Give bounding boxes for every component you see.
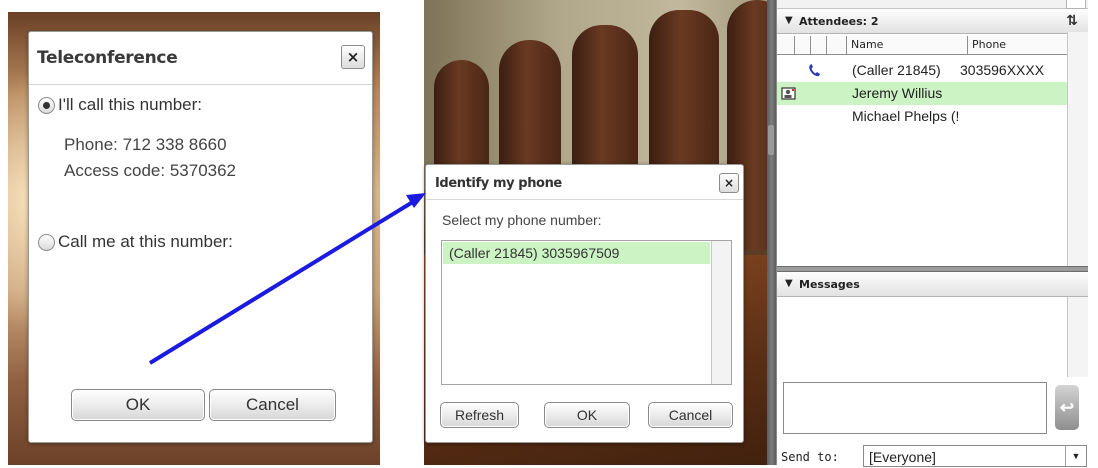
teleconference-dialog: Teleconference × I'll call this number: … <box>28 31 373 443</box>
column-name[interactable]: Name <box>847 36 968 54</box>
radio-unselected-icon[interactable] <box>38 233 55 251</box>
option-label: Call me at this number: <box>58 232 233 251</box>
send-message-button[interactable]: ↩ <box>1055 385 1079 430</box>
identify-phone-dialog: Identify my phone × Select my phone numb… <box>425 164 744 443</box>
option-call-me[interactable]: Call me at this number: <box>38 232 233 252</box>
meeting-side-panel: ▼ Attendees: 2 ⇅ Name Phone (Caller 2184… <box>776 0 1088 467</box>
attendee-row[interactable]: Michael Phelps (! <box>777 105 1067 128</box>
messages-area <box>777 297 1067 377</box>
webcam-user-icon <box>781 87 796 100</box>
attendee-row[interactable]: (Caller 21845) 303596XXXX <box>777 59 1067 82</box>
cancel-button[interactable]: Cancel <box>209 389 336 421</box>
send-to-select[interactable]: [Everyone] ▼ <box>863 445 1087 467</box>
dialog-title: Identify my phone <box>435 176 562 191</box>
attendees-count: Attendees: 2 <box>799 15 879 28</box>
panel-resize-handle[interactable] <box>767 0 776 465</box>
ok-button[interactable]: OK <box>71 389 205 421</box>
refresh-icon[interactable]: ⇅ <box>1066 13 1078 29</box>
access-code-text: Access code: 5370362 <box>64 161 237 180</box>
list-scrollbar[interactable] <box>711 241 731 384</box>
select-phone-prompt: Select my phone number: <box>442 212 602 228</box>
option-call-this-number[interactable]: I'll call this number: <box>38 95 202 115</box>
attendee-name: (Caller 21845) <box>852 62 941 78</box>
option-label: I'll call this number: <box>58 95 203 114</box>
attendee-row[interactable]: Jeremy Willius <box>777 82 1067 105</box>
messages-header[interactable]: ▼ Messages <box>777 272 1088 297</box>
dialog-title: Teleconference <box>37 48 178 68</box>
phone-list-item[interactable]: (Caller 21845) 3035967509 <box>443 242 710 264</box>
close-button[interactable]: × <box>719 173 739 193</box>
message-input[interactable] <box>783 382 1047 434</box>
column-phone[interactable]: Phone <box>968 36 1067 54</box>
send-to-value: [Everyone] <box>869 449 936 465</box>
attendees-column-header: Name Phone <box>777 36 1067 55</box>
close-button[interactable]: × <box>341 45 365 69</box>
phone-number-list[interactable]: (Caller 21845) 3035967509 <box>441 240 732 385</box>
phone-icon <box>809 64 820 77</box>
attendee-name: Michael Phelps (! <box>852 108 960 124</box>
attendee-name: Jeremy Willius <box>852 85 943 101</box>
collapse-triangle-icon[interactable]: ▼ <box>785 15 793 26</box>
ok-button[interactable]: OK <box>544 402 630 428</box>
dialog-header: Teleconference × <box>29 32 372 85</box>
collapse-triangle-icon[interactable]: ▼ <box>785 278 793 289</box>
attendees-scrollbar[interactable] <box>1067 32 1088 267</box>
chevron-down-icon[interactable]: ▼ <box>1065 446 1086 466</box>
dialog-header: Identify my phone × <box>426 165 743 200</box>
messages-scrollbar[interactable] <box>1067 297 1088 377</box>
refresh-button[interactable]: Refresh <box>440 402 519 428</box>
messages-title: Messages <box>799 278 860 291</box>
send-to-label: Send to: <box>781 450 839 464</box>
attendee-phone: 303596XXXX <box>960 62 1045 78</box>
radio-selected-icon[interactable] <box>38 96 55 114</box>
attendees-header[interactable]: ▼ Attendees: 2 ⇅ <box>777 9 1088 34</box>
cancel-button[interactable]: Cancel <box>648 402 733 428</box>
phone-number-text: Phone: 712 338 8660 <box>64 135 227 154</box>
